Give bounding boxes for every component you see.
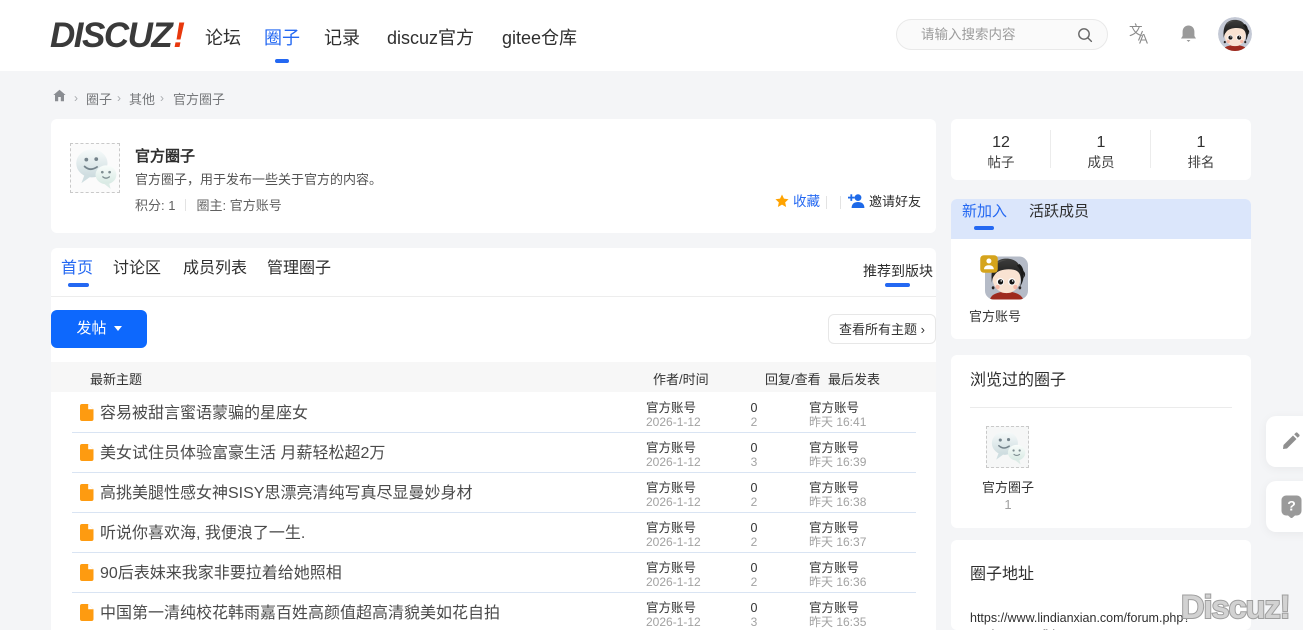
svg-text:?: ? [1287,498,1296,514]
svg-text:Discuz!: Discuz! [1181,589,1290,625]
svg-text:A: A [1139,32,1148,45]
